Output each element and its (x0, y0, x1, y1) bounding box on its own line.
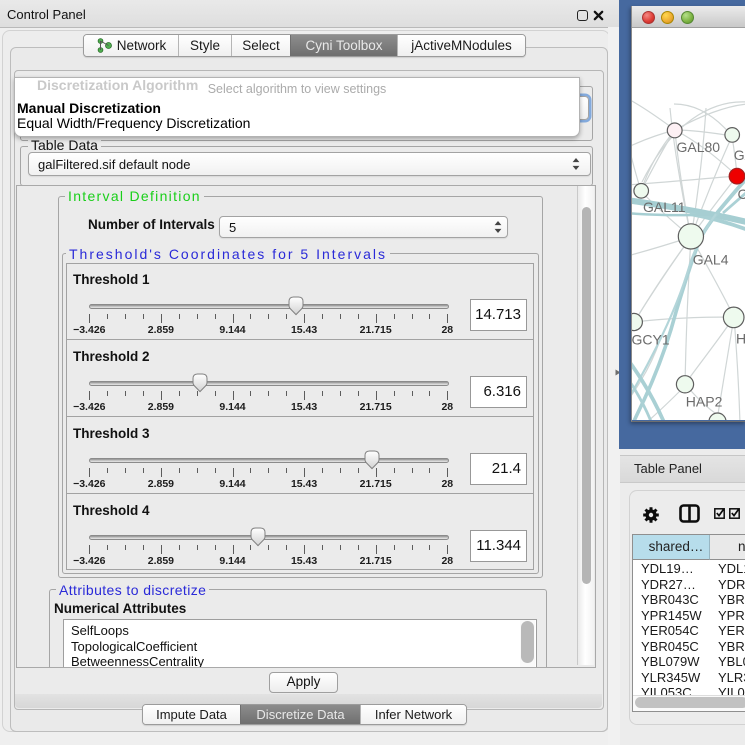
svg-text:GAL4: GAL4 (693, 252, 729, 268)
svg-text:H: H (736, 331, 745, 347)
svg-text:GAL11: GAL11 (643, 199, 686, 215)
svg-text:GAL80: GAL80 (677, 139, 721, 155)
svg-text:HAP2: HAP2 (686, 394, 723, 410)
svg-text:GA: GA (734, 147, 745, 163)
svg-text:GCY1: GCY1 (632, 332, 670, 348)
svg-text:C: C (738, 186, 745, 202)
